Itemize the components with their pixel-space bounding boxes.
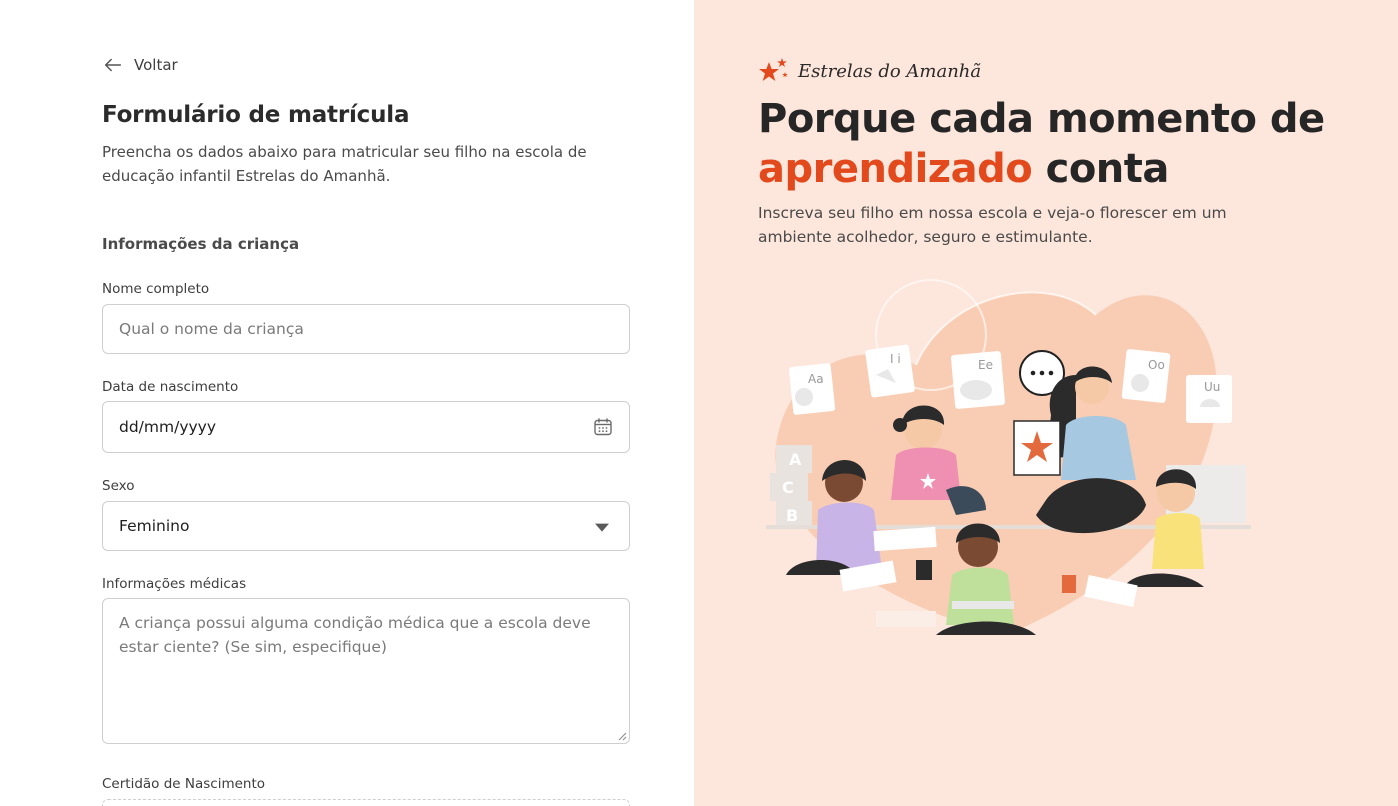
medical-info-textarea[interactable]: A criança possui alguma condição médica … — [102, 598, 630, 744]
birth-date-label: Data de nascimento — [102, 379, 239, 395]
sex-select[interactable]: Feminino — [102, 501, 630, 551]
promo-headline: Porque cada momento de aprendizado conta — [758, 94, 1358, 194]
enrollment-form-panel: Voltar Formulário de matrícula Preencha … — [0, 0, 694, 806]
svg-text:Uu: Uu — [1204, 380, 1220, 394]
brand-name: Estrelas do Amanhã — [798, 60, 982, 82]
section-title-child-info: Informações da criança — [102, 235, 300, 253]
stars-logo-icon — [759, 58, 788, 81]
letter-blocks: A C B — [770, 445, 812, 527]
full-name-placeholder: Qual o nome da criança — [119, 320, 304, 338]
svg-text:C: C — [782, 478, 794, 497]
full-name-input[interactable]: Qual o nome da criança — [102, 304, 630, 354]
letter-card-aa: Aa — [788, 363, 836, 415]
letter-card-ii: I i — [865, 344, 915, 398]
svg-text:Aa: Aa — [808, 372, 824, 386]
headline-part-2: conta — [1032, 146, 1170, 192]
headline-accent: aprendizado — [758, 146, 1033, 192]
birth-certificate-label: Certidão de Nascimento — [102, 776, 266, 792]
letter-card-uu: Uu — [1186, 375, 1232, 423]
page-title: Formulário de matrícula — [102, 102, 410, 128]
svg-text:B: B — [786, 506, 798, 525]
brand: Estrelas do Amanhã — [758, 56, 981, 86]
headline-part-1: Porque cada momento de — [758, 96, 1325, 142]
birth-date-input[interactable]: dd/mm/yyyy — [102, 401, 630, 453]
resize-handle-icon[interactable] — [618, 732, 627, 741]
svg-text:Ee: Ee — [978, 358, 993, 372]
arrow-left-icon — [104, 58, 122, 72]
caret-down-icon — [595, 523, 609, 532]
svg-text:A: A — [789, 450, 802, 469]
sex-label: Sexo — [102, 478, 135, 494]
letter-card-oo: Oo — [1121, 349, 1171, 403]
svg-text:Oo: Oo — [1148, 358, 1165, 372]
promo-lead: Inscreva seu filho em nossa escola e vej… — [758, 204, 1227, 246]
classroom-illustration: Aa I i Ee Oo Uu A C B — [766, 279, 1251, 635]
back-link-label: Voltar — [134, 56, 178, 74]
sex-selected-value: Feminino — [119, 517, 190, 535]
birth-date-value: dd/mm/yyyy — [119, 418, 217, 436]
birth-certificate-dropzone[interactable] — [102, 799, 630, 806]
letter-card-ee: Ee — [950, 351, 1006, 409]
page-subtitle: Preencha os dados abaixo para matricular… — [102, 143, 587, 185]
back-link[interactable]: Voltar — [102, 54, 178, 76]
full-name-label: Nome completo — [102, 281, 210, 297]
medical-info-label: Informações médicas — [102, 576, 247, 592]
svg-text:I i: I i — [890, 352, 901, 366]
promo-panel: Estrelas do Amanhã Porque cada momento d… — [694, 0, 1398, 806]
calendar-icon[interactable] — [593, 417, 613, 437]
medical-info-placeholder: A criança possui alguma condição médica … — [119, 614, 591, 656]
